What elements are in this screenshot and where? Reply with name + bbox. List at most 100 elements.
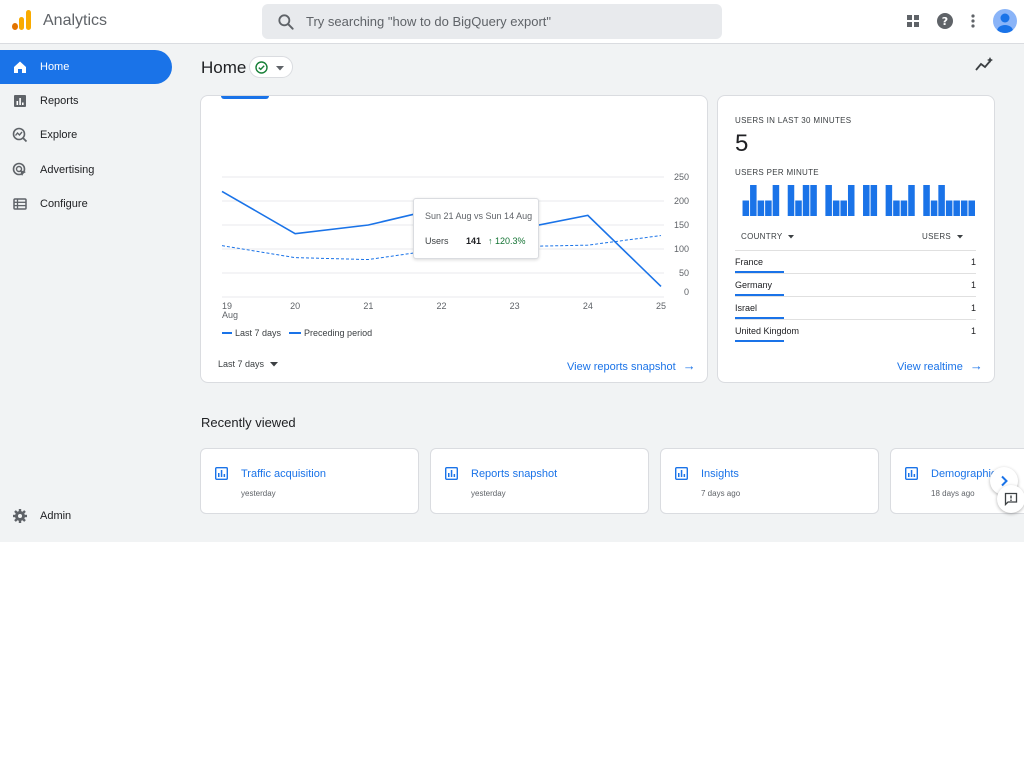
y-tick-label: 0 bbox=[684, 287, 689, 297]
minute-bar bbox=[938, 185, 945, 216]
y-tick-label: 150 bbox=[674, 220, 689, 230]
x-tick-sublabel: Aug bbox=[222, 310, 238, 320]
chart-tooltip: Sun 21 Aug vs Sun 14 Aug Users 141 ↑ 120… bbox=[413, 198, 539, 259]
minute-bar bbox=[908, 185, 915, 216]
arrow-right-icon: → bbox=[682, 358, 696, 373]
sort-caret-icon bbox=[787, 234, 794, 239]
x-tick-label: 20 bbox=[290, 301, 300, 311]
recent-item-time: yesterday bbox=[471, 489, 506, 498]
minute-bar bbox=[772, 185, 780, 216]
table-row[interactable]: United Kingdom 1 bbox=[735, 319, 976, 342]
tab-indicator bbox=[221, 96, 269, 99]
minute-bar bbox=[968, 200, 975, 216]
x-tick-label: 21 bbox=[363, 301, 373, 311]
sidebar-item-configure[interactable]: Configure bbox=[0, 187, 172, 221]
insights-icon[interactable] bbox=[975, 56, 995, 74]
page-title: Home bbox=[201, 58, 247, 77]
table-row[interactable]: Germany 1 bbox=[735, 273, 976, 296]
country-name: France bbox=[735, 257, 764, 267]
recent-item-traffic-acquisition[interactable]: Traffic acquisition yesterday bbox=[200, 448, 419, 514]
sidebar-item-home[interactable]: Home bbox=[0, 50, 172, 84]
country-column-header[interactable]: COUNTRY bbox=[741, 232, 794, 241]
caret-down-icon bbox=[269, 362, 278, 367]
link-label: View realtime bbox=[897, 361, 963, 373]
report-icon bbox=[905, 467, 918, 480]
analytics-app: Analytics ? bbox=[0, 0, 1024, 542]
x-tick-label: 25 bbox=[656, 301, 666, 311]
analytics-logo-icon[interactable] bbox=[10, 10, 32, 32]
data-status-dropdown[interactable] bbox=[249, 56, 293, 78]
configure-icon bbox=[13, 198, 27, 210]
table-row[interactable]: France 1 bbox=[735, 250, 976, 273]
users-column-header[interactable]: USERS bbox=[922, 232, 963, 241]
minute-bar bbox=[923, 185, 930, 216]
recent-item-time: 18 days ago bbox=[931, 489, 975, 498]
x-tick-label: 24 bbox=[583, 301, 593, 311]
minute-bar bbox=[953, 200, 960, 216]
user-count: 1 bbox=[970, 326, 976, 336]
minute-bar bbox=[795, 200, 802, 216]
recent-item-title: Insights bbox=[701, 468, 739, 480]
sidebar-item-reports[interactable]: Reports bbox=[0, 84, 172, 118]
y-tick-label: 100 bbox=[674, 244, 689, 254]
minute-bar bbox=[885, 185, 893, 216]
sort-caret-icon bbox=[956, 234, 963, 239]
sidebar-item-label: Explore bbox=[40, 129, 78, 141]
more-vert-icon[interactable] bbox=[962, 10, 984, 32]
top-bar: Analytics ? bbox=[0, 0, 1024, 44]
tooltip-change: ↑ 120.3% bbox=[488, 236, 526, 246]
column-label: USERS bbox=[922, 232, 952, 241]
users-per-minute-heading: USERS PER MINUTE bbox=[735, 168, 819, 177]
country-name: Israel bbox=[735, 303, 758, 313]
sidebar-item-admin[interactable]: Admin bbox=[0, 499, 172, 533]
date-range-dropdown[interactable]: Last 7 days bbox=[218, 359, 278, 369]
recent-item-time: yesterday bbox=[241, 489, 276, 498]
view-reports-snapshot-link[interactable]: View reports snapshot → bbox=[567, 358, 696, 373]
advertising-icon bbox=[12, 162, 26, 176]
feedback-icon bbox=[1004, 492, 1018, 506]
chart-legend: Last 7 days Preceding period bbox=[222, 328, 372, 338]
sidebar-item-explore[interactable]: Explore bbox=[0, 118, 172, 152]
explore-icon bbox=[12, 127, 28, 143]
share-bar bbox=[735, 340, 784, 342]
recent-item-title: Demographic bbox=[931, 468, 997, 480]
recent-item-insights[interactable]: Insights 7 days ago bbox=[660, 448, 879, 514]
user-count: 1 bbox=[970, 280, 976, 290]
check-circle-icon bbox=[255, 61, 268, 74]
x-tick-label: 23 bbox=[510, 301, 520, 311]
legend-previous: Preceding period bbox=[304, 328, 373, 338]
minute-bar bbox=[757, 200, 765, 216]
legend-current: Last 7 days bbox=[235, 328, 282, 338]
table-row[interactable]: Israel 1 bbox=[735, 296, 976, 319]
report-icon bbox=[215, 467, 228, 480]
search-bar[interactable] bbox=[262, 4, 722, 39]
realtime-users-value: 5 bbox=[735, 130, 749, 157]
legend-dashed-swatch bbox=[289, 332, 302, 334]
user-count: 1 bbox=[970, 257, 976, 267]
sidebar-item-advertising[interactable]: Advertising bbox=[0, 153, 172, 187]
minute-bar bbox=[750, 185, 757, 216]
recent-item-reports-snapshot[interactable]: Reports snapshot yesterday bbox=[430, 448, 649, 514]
recent-item-time: 7 days ago bbox=[701, 489, 741, 498]
legend-solid-swatch bbox=[222, 332, 232, 334]
home-icon bbox=[14, 61, 26, 73]
minute-bar bbox=[765, 200, 772, 216]
search-input[interactable] bbox=[306, 4, 706, 39]
column-label: COUNTRY bbox=[741, 232, 783, 241]
minute-bar bbox=[787, 185, 795, 216]
tooltip-metric: Users bbox=[425, 236, 449, 246]
tooltip-change-value: 120.3% bbox=[495, 236, 526, 246]
sidebar-item-label: Configure bbox=[40, 198, 88, 210]
help-icon[interactable]: ? bbox=[934, 10, 956, 32]
link-label: View reports snapshot bbox=[567, 361, 676, 373]
apps-grid-icon[interactable] bbox=[902, 10, 924, 32]
user-count: 1 bbox=[970, 303, 976, 313]
avatar[interactable] bbox=[993, 9, 1017, 33]
feedback-button[interactable] bbox=[997, 485, 1024, 513]
view-realtime-link[interactable]: View realtime → bbox=[897, 358, 983, 373]
sidebar-item-label: Advertising bbox=[40, 164, 95, 176]
report-icon bbox=[445, 467, 458, 480]
gear-icon bbox=[13, 509, 27, 523]
minute-bar bbox=[847, 185, 855, 216]
minute-bar bbox=[893, 200, 900, 216]
